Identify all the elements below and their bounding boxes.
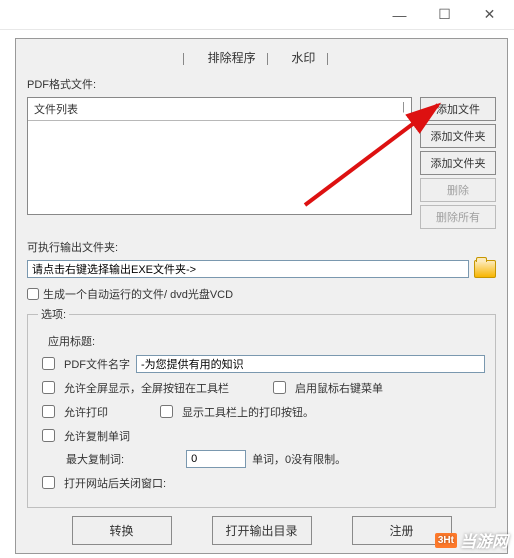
closewin-checkbox[interactable] bbox=[42, 476, 55, 489]
pdfname-label: PDF文件名字 bbox=[64, 356, 130, 372]
add-folder-button[interactable]: 添加文件夹 bbox=[420, 124, 496, 148]
add-file-button[interactable]: 添加文件 bbox=[420, 97, 496, 121]
pdfname-input[interactable] bbox=[136, 355, 485, 373]
maxcopy-label: 最大复制词: bbox=[66, 451, 124, 467]
titlebar: — ☐ ✕ bbox=[0, 0, 514, 30]
rightclick-checkbox[interactable] bbox=[273, 381, 286, 394]
tab-watermark[interactable]: 水印 bbox=[285, 51, 321, 65]
closewin-label: 打开网站后关闭窗口: bbox=[64, 475, 166, 491]
output-folder-label: 可执行输出文件夹: bbox=[27, 239, 496, 255]
autorun-checkbox[interactable] bbox=[27, 288, 39, 300]
file-list-table[interactable]: 文件列表 | bbox=[27, 97, 412, 215]
maximize-button[interactable]: ☐ bbox=[422, 1, 467, 29]
convert-button[interactable]: 转换 bbox=[72, 516, 172, 545]
folder-icon[interactable] bbox=[474, 260, 496, 278]
add-folder2-button[interactable]: 添加文件夹 bbox=[420, 151, 496, 175]
delete-button[interactable]: 删除 bbox=[420, 178, 496, 202]
tab-exclude[interactable]: 排除程序 bbox=[202, 51, 262, 65]
print-checkbox[interactable] bbox=[42, 405, 55, 418]
tab-bar: 排除程序 水印 bbox=[27, 49, 496, 66]
fullscreen-label: 允许全屏显示，全屏按钮在工具栏 bbox=[64, 380, 229, 396]
copy-label: 允许复制单词 bbox=[64, 428, 130, 444]
open-output-button[interactable]: 打开输出目录 bbox=[212, 516, 312, 545]
rightclick-label: 启用鼠标右键菜单 bbox=[295, 380, 383, 396]
app-title-label: 应用标题: bbox=[48, 333, 95, 349]
pdf-files-label: PDF格式文件: bbox=[27, 76, 496, 92]
printbtn-label: 显示工具栏上的打印按钮。 bbox=[182, 404, 314, 420]
pdfname-checkbox[interactable] bbox=[42, 357, 55, 370]
minimize-button[interactable]: — bbox=[377, 1, 422, 29]
options-fieldset: 选项: 应用标题: PDF文件名字 允许全屏显示，全屏按钮在工具栏 启用鼠标右键… bbox=[27, 306, 496, 508]
file-list-header: 文件列表 | bbox=[28, 98, 411, 121]
fullscreen-checkbox[interactable] bbox=[42, 381, 55, 394]
register-button[interactable]: 注册 bbox=[352, 516, 452, 545]
print-label: 允许打印 bbox=[64, 404, 108, 420]
maxcopy-input[interactable] bbox=[186, 450, 246, 468]
close-button[interactable]: ✕ bbox=[467, 1, 512, 29]
maxcopy-hint: 单词，0没有限制。 bbox=[252, 451, 346, 467]
copy-checkbox[interactable] bbox=[42, 429, 55, 442]
main-panel: 排除程序 水印 PDF格式文件: 文件列表 | 添加文件 添加文件夹 添加文件夹… bbox=[15, 38, 508, 554]
delete-all-button[interactable]: 删除所有 bbox=[420, 205, 496, 229]
output-folder-input[interactable] bbox=[27, 260, 469, 278]
printbtn-checkbox[interactable] bbox=[160, 405, 173, 418]
autorun-label: 生成一个自动运行的文件/ dvd光盘VCD bbox=[43, 286, 233, 302]
options-legend: 选项: bbox=[38, 306, 69, 322]
